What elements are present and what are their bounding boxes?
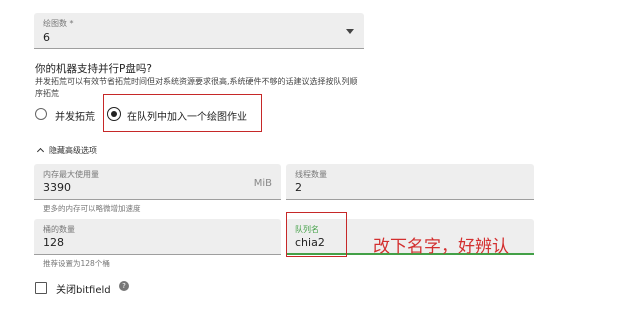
memory-value: 3390 (43, 181, 71, 194)
threads-label: 线程数量 (295, 170, 327, 179)
radio-option-queue[interactable]: 在队列中加入一个绘图作业 (106, 104, 256, 124)
buckets-label: 桶的数量 (43, 225, 75, 234)
annotation-text: 改下名字，好辨认 (373, 237, 509, 257)
checkbox-unchecked-icon[interactable] (35, 282, 47, 294)
dropdown-arrow-icon[interactable] (346, 29, 354, 34)
memory-label: 内存最大使用量 (43, 170, 99, 179)
bitfield-label: 关闭bitfield (56, 285, 111, 296)
draw-count-label: 绘图数 * (43, 19, 74, 28)
threads-field[interactable]: 线程数量 2 (286, 164, 534, 200)
memory-unit: MiB (253, 178, 272, 189)
radio-option-queue-label: 在队列中加入一个绘图作业 (127, 112, 247, 123)
draw-count-select[interactable]: 绘图数 * 6 (34, 13, 364, 49)
bitfield-checkbox-row[interactable]: 关闭bitfield ? (34, 280, 164, 296)
parallel-question: 你的机器支持并行P盘吗? (35, 63, 152, 75)
buckets-value: 128 (43, 236, 64, 249)
memory-helper: 更多的内存可以略微增加速度 (43, 204, 141, 213)
radio-selected-dot (111, 111, 117, 117)
help-icon[interactable]: ? (119, 281, 129, 291)
draw-count-value: 6 (43, 31, 50, 44)
threads-value: 2 (295, 181, 302, 194)
hide-advanced-label: 隐藏高级选项 (49, 146, 97, 155)
buckets-field[interactable]: 桶的数量 128 (34, 219, 281, 255)
radio-option-parallel[interactable]: 并发拓荒 (34, 104, 104, 124)
memory-field[interactable]: 内存最大使用量 3390 MiB (34, 164, 281, 200)
radio-option-parallel-label: 并发拓荒 (55, 112, 95, 123)
buckets-helper: 推荐设置为128个桶 (43, 259, 110, 268)
radio-unselected-icon[interactable] (35, 108, 47, 120)
highlight-box-queue-name (286, 212, 347, 257)
chevron-up-icon (36, 147, 45, 156)
